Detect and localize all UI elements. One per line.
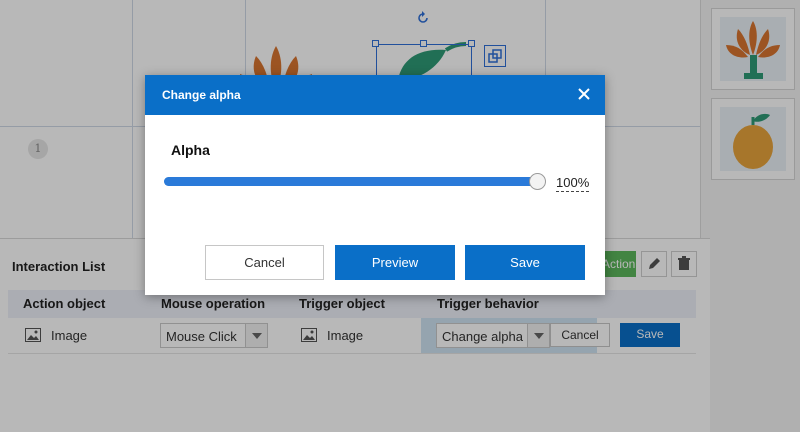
dialog-header: Change alpha [145,75,605,115]
alpha-slider-thumb[interactable] [529,173,546,190]
alpha-slider-fill [164,177,538,186]
alpha-label: Alpha [171,142,210,158]
alpha-slider[interactable] [164,173,546,190]
dialog-title: Change alpha [162,88,241,102]
close-icon[interactable] [575,85,593,103]
change-alpha-dialog: Change alpha Alpha 100% Cancel Preview S… [145,75,605,295]
preview-button[interactable]: Preview [335,245,455,280]
alpha-value: 100% [556,175,590,192]
save-button[interactable]: Save [465,245,585,280]
cancel-button[interactable]: Cancel [205,245,324,280]
